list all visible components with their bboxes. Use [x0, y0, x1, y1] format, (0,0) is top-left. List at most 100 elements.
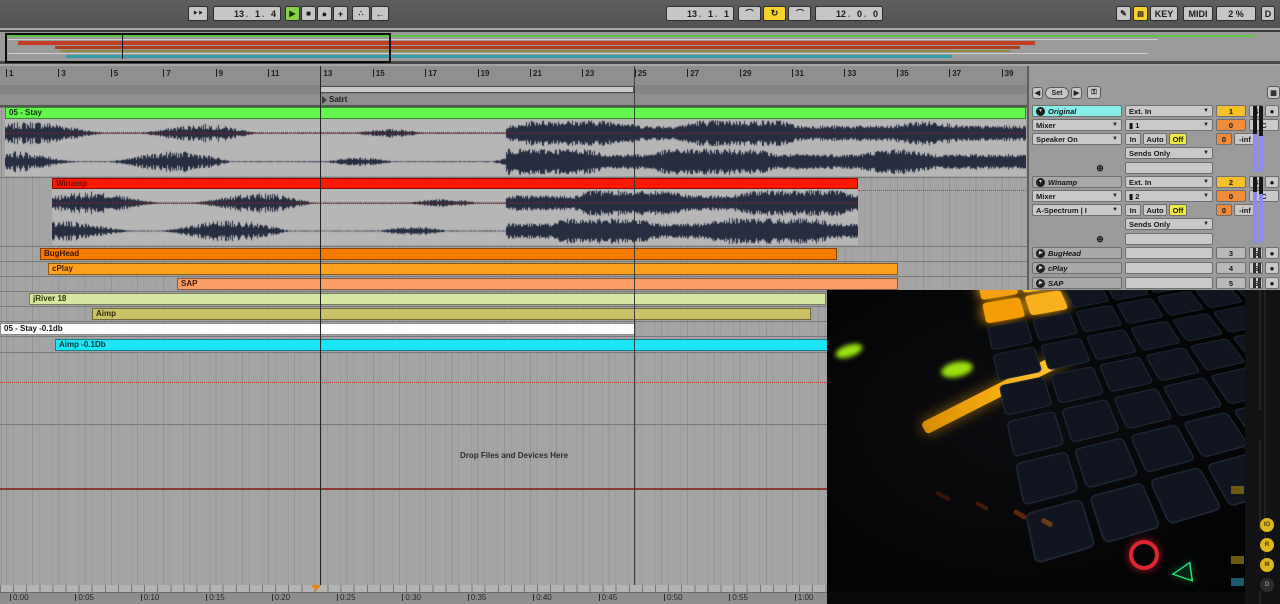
track-header-original[interactable]: ▼ Original — [1032, 105, 1122, 117]
track-number-badge[interactable]: 1 — [1216, 105, 1246, 117]
input-routing-chooser[interactable]: Ext. In ▼ — [1125, 105, 1213, 117]
track-number-badge[interactable]: 5 — [1216, 277, 1246, 289]
sub-device-chooser[interactable]: Speaker On ▼ — [1032, 133, 1122, 145]
routing-box[interactable] — [1125, 262, 1213, 274]
time-label: 0:30 — [402, 593, 421, 602]
device-chooser[interactable]: Mixer ▼ — [1032, 190, 1122, 202]
chevron-down-icon: ▼ — [1203, 122, 1209, 128]
monitor-off-button[interactable]: Off — [1169, 133, 1187, 145]
bar-number-label: 25 — [635, 69, 647, 78]
drop-files-hint: Drop Files and Devices Here — [460, 451, 569, 460]
push-pad — [1024, 290, 1069, 316]
dimmed-panel-strip — [1231, 290, 1280, 604]
show-hide-io-button[interactable]: IO — [1260, 518, 1274, 532]
io-grid-icon[interactable]: ▦ — [1267, 86, 1280, 99]
monitor-auto-button[interactable]: Auto — [1143, 133, 1167, 145]
clip-cplay[interactable]: cPlay — [48, 263, 898, 275]
beat-time-ruler[interactable]: 1 3 5 7 9 11 13 15 17 19 21 23 25 27 29 31 33 35 37 39 — [0, 66, 1027, 86]
computer-midi-keyboard-button[interactable]: ▤ — [1133, 6, 1148, 21]
arrangement-overview[interactable] — [0, 30, 1280, 64]
unfold-track-icon[interactable]: ▼ — [1036, 177, 1045, 187]
empty-chooser[interactable] — [1125, 233, 1213, 245]
locator-row[interactable]: Satrt — [0, 94, 1027, 107]
add-automation-lane-button[interactable]: ⊕ — [1093, 162, 1107, 174]
punch-out-button[interactable]: ⌒ — [788, 6, 811, 21]
arm-button[interactable]: ● — [1265, 247, 1279, 259]
monitor-auto-button[interactable]: Auto — [1143, 204, 1167, 216]
send-a-knob[interactable]: 0 — [1216, 119, 1246, 131]
next-locator-button[interactable]: ▶ — [1071, 87, 1082, 99]
midi-map-button[interactable]: MIDI — [1183, 6, 1213, 21]
track-header-cplay[interactable]: ▶ cPlay — [1032, 262, 1122, 274]
locator-marker[interactable]: Satrt — [322, 95, 347, 104]
arrangement-position-display[interactable]: 13. 1. 4 — [213, 6, 281, 21]
push-pad — [1129, 423, 1196, 474]
gain-field[interactable]: 0 — [1216, 133, 1232, 145]
empty-chooser[interactable] — [1125, 162, 1213, 174]
arm-button[interactable]: ● — [1265, 262, 1279, 274]
clip-bughead[interactable]: BugHead — [40, 248, 837, 260]
track-number-badge[interactable]: 3 — [1216, 247, 1246, 259]
loop-length-display[interactable]: 12. 0. 0 — [815, 6, 883, 21]
play-button[interactable]: ▶ — [285, 6, 300, 21]
send-a-knob[interactable]: 0 — [1216, 190, 1246, 202]
clip-aimp-0-1db[interactable]: Aimp -0.1Db — [55, 339, 828, 351]
routing-box[interactable] — [1125, 247, 1213, 259]
clip-jriver-18[interactable]: jRiver 18 — [29, 293, 826, 305]
monitor-off-button[interactable]: Off — [1169, 204, 1187, 216]
set-locator-button[interactable]: Set — [1045, 87, 1069, 99]
lock-envelopes-icon[interactable]: ⚿ — [1087, 86, 1101, 99]
output-routing-chooser[interactable]: Sends Only ▼ — [1125, 218, 1213, 230]
loop-button[interactable]: ↻ — [763, 6, 786, 21]
track-header-sap[interactable]: ▶ SAP — [1032, 277, 1122, 289]
punch-in-button[interactable]: ⌒ — [738, 6, 761, 21]
arm-button[interactable]: ● — [1265, 176, 1279, 188]
prev-locator-button[interactable]: ◀ — [1032, 87, 1043, 99]
show-hide-m-button[interactable]: M — [1260, 558, 1274, 572]
track-header-bughead[interactable]: ▶ BugHead — [1032, 247, 1122, 259]
clip-sap[interactable]: SAP — [177, 278, 898, 290]
input-channel-chooser[interactable]: ▮ 2 ▼ — [1125, 190, 1213, 202]
input-routing-chooser[interactable]: Ext. In ▼ — [1125, 176, 1213, 188]
key-map-button[interactable]: KEY — [1150, 6, 1178, 21]
track-number-badge[interactable]: 2 — [1216, 176, 1246, 188]
show-hide-r-button[interactable]: R — [1260, 538, 1274, 552]
green-led-glow — [939, 358, 975, 381]
fold-track-icon[interactable]: ▶ — [1036, 248, 1045, 258]
loop-brace[interactable] — [320, 86, 634, 93]
overview-view-box[interactable] — [5, 33, 391, 63]
show-hide-d-button[interactable]: D — [1260, 578, 1274, 592]
output-routing-chooser[interactable]: Sends Only ▼ — [1125, 147, 1213, 159]
gain-field[interactable]: 0 — [1216, 204, 1232, 216]
clip-aimp[interactable]: Aimp — [92, 308, 811, 320]
record-button[interactable]: ● — [317, 6, 332, 21]
input-channel-chooser[interactable]: ▮ 1 ▼ — [1125, 119, 1213, 131]
arm-button[interactable]: ● — [1265, 277, 1279, 289]
monitor-in-button[interactable]: In — [1125, 204, 1141, 216]
track-header-winamp[interactable]: ▼ Winamp — [1032, 176, 1122, 188]
unfold-track-icon[interactable]: ▼ — [1036, 106, 1045, 116]
stop-button[interactable]: ■ — [301, 6, 316, 21]
add-automation-lane-button[interactable]: ⊕ — [1093, 233, 1107, 245]
back-to-arrangement-button[interactable]: ← — [371, 6, 389, 21]
bar-number-label: 7 — [163, 69, 170, 78]
pencil-draw-icon[interactable]: ✎ — [1116, 6, 1131, 21]
loop-start-display[interactable]: 13. 1. 1 — [666, 6, 734, 21]
draw-mode-button[interactable]: ∴ — [352, 6, 370, 21]
arm-button[interactable]: ● — [1265, 105, 1279, 117]
time-label: 0:05 — [75, 593, 94, 602]
clip-05-stay[interactable]: 05 - Stay — [5, 107, 1026, 119]
overdub-button[interactable]: + — [333, 6, 348, 21]
monitor-in-button[interactable]: In — [1125, 133, 1141, 145]
track-number-badge[interactable]: 4 — [1216, 262, 1246, 274]
clip-winamp[interactable]: Winamp — [52, 178, 858, 189]
routing-box[interactable] — [1125, 277, 1213, 289]
fold-track-icon[interactable]: ▶ — [1036, 263, 1045, 273]
follow-button[interactable]: ‣‣ — [188, 6, 208, 21]
fold-track-icon[interactable]: ▶ — [1036, 278, 1045, 288]
sub-device-chooser[interactable]: A-Spectrum | I ▼ — [1032, 204, 1122, 216]
transport-toolbar: ‣‣ 13. 1. 4 ▶ ■ ● + ∴ ← 13. 1. 1 ⌒ ↻ ⌒ 1… — [0, 0, 1280, 28]
bar-number-label: 13 — [320, 69, 332, 78]
device-chooser[interactable]: Mixer ▼ — [1032, 119, 1122, 131]
clip-05-stay-0-1db[interactable]: 05 - Stay -0.1db — [0, 323, 636, 335]
